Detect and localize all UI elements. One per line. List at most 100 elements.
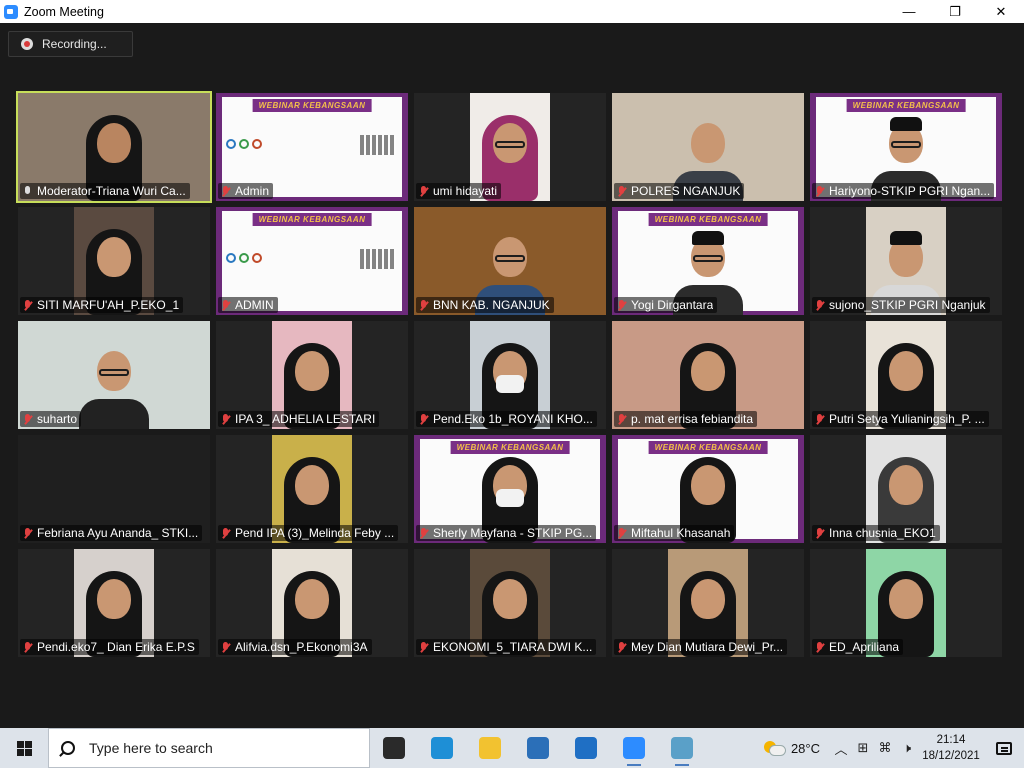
participant-name: ED_Apriliana	[829, 640, 900, 654]
taskbar-clock[interactable]: 21:14 18/12/2021	[918, 732, 984, 764]
zoom-taskbar-button[interactable]	[610, 728, 658, 768]
store-icon	[527, 737, 549, 759]
participant-tile[interactable]: POLRES NGANJUK	[612, 93, 804, 201]
muted-mic-icon	[617, 299, 626, 311]
muted-mic-icon	[23, 641, 32, 653]
participant-name-chip: Inna chusnia_EKO1	[812, 525, 940, 541]
muted-mic-icon	[815, 185, 824, 197]
participant-name: Putri Setya Yulianingsih_P. ...	[829, 412, 985, 426]
participant-name-chip: Pend IPA (3)_Melinda Feby ...	[218, 525, 399, 541]
maximize-button[interactable]: ❐	[932, 0, 978, 23]
participant-name-chip: SITI MARFU'AH_P.EKO_1	[20, 297, 184, 313]
clock-date: 18/12/2021	[922, 750, 980, 762]
task-view-taskbar-button[interactable]	[370, 728, 418, 768]
muted-mic-icon	[221, 299, 230, 311]
participant-tile[interactable]: WEBINAR KEBANGSAAN Yogi Dirgantara	[612, 207, 804, 315]
muted-mic-icon	[419, 185, 428, 197]
muted-mic-icon	[617, 527, 626, 539]
participant-tile[interactable]: EKONOMI_5_TIARA DWI K...	[414, 549, 606, 657]
taskbar-apps	[370, 728, 706, 768]
participant-tile[interactable]: WEBINAR KEBANGSAAN Hariyono-STKIP PGRI Ng…	[810, 93, 1002, 201]
muted-mic-icon	[221, 641, 230, 653]
participant-name: Sherly Mayfana - STKIP PG...	[433, 526, 593, 540]
participant-name: sujono_STKIP PGRI Nganjuk	[829, 298, 986, 312]
participant-name-chip: Putri Setya Yulianingsih_P. ...	[812, 411, 989, 427]
participant-name: Mey Dian Mutiara Dewi_Pr...	[631, 640, 784, 654]
participant-tile[interactable]: SITI MARFU'AH_P.EKO_1	[18, 207, 210, 315]
clock-time: 21:14	[936, 734, 966, 746]
muted-mic-icon	[221, 185, 230, 197]
participant-tile[interactable]: Pend IPA (3)_Melinda Feby ...	[216, 435, 408, 543]
muted-mic-icon	[815, 641, 824, 653]
participant-name-chip: sujono_STKIP PGRI Nganjuk	[812, 297, 990, 313]
start-button[interactable]	[0, 728, 48, 768]
windows-taskbar: Type here to search 28°C ︿ ⊞ ⌘ 🕨 21:14 1…	[0, 728, 1024, 768]
participant-name-chip: Febriana Ayu Ananda_ STKI...	[20, 525, 203, 541]
sponsor-strip	[360, 249, 396, 269]
weather-widget[interactable]: 28°C	[763, 740, 820, 756]
mail-taskbar-button[interactable]	[562, 728, 610, 768]
weather-temp: 28°C	[790, 740, 820, 756]
muted-mic-icon	[419, 527, 428, 539]
banner-title: WEBINAR KEBANGSAAN	[450, 441, 570, 454]
participant-tile[interactable]: WEBINAR KEBANGSAAN Sherly Mayfana - STKIP…	[414, 435, 606, 543]
participant-tile[interactable]: Alifvia.dsn_P.Ekonomi3A	[216, 549, 408, 657]
muted-mic-icon	[419, 641, 428, 653]
participant-tile[interactable]: WEBINAR KEBANGSAAN Admin	[216, 93, 408, 201]
participant-name-chip: suharto	[20, 411, 82, 427]
participant-name-chip: Yogi Dirgantara	[614, 297, 718, 313]
task-view-icon	[383, 737, 405, 759]
app-taskbar-button[interactable]	[658, 728, 706, 768]
participant-tile[interactable]: BNN KAB. NGANJUK	[414, 207, 606, 315]
volume-icon[interactable]: 🕨	[896, 728, 918, 768]
participant-tile[interactable]: IPA 3_ ADHELIA LESTARI	[216, 321, 408, 429]
taskbar-search[interactable]: Type here to search	[48, 728, 370, 768]
participant-tile[interactable]: p. mat errisa febiandita	[612, 321, 804, 429]
notification-button[interactable]	[984, 728, 1024, 768]
participant-tile[interactable]: Moderator-Triana Wuri Ca...	[16, 91, 212, 203]
minimize-button[interactable]: —	[886, 0, 932, 23]
participant-tile[interactable]: Pendi.eko7_ Dian Erika E.P.S	[18, 549, 210, 657]
muted-mic-icon	[23, 299, 32, 311]
zoom-icon	[623, 737, 645, 759]
edge-taskbar-button[interactable]	[418, 728, 466, 768]
participant-tile[interactable]: suharto	[18, 321, 210, 429]
participant-name-chip: Mey Dian Mutiara Dewi_Pr...	[614, 639, 788, 655]
participant-name: p. mat errisa febiandita	[631, 412, 754, 426]
muted-mic-icon	[419, 299, 428, 311]
participant-name-chip: Sherly Mayfana - STKIP PG...	[416, 525, 597, 541]
participant-name: Febriana Ayu Ananda_ STKI...	[37, 526, 199, 540]
network-icon[interactable]: ⌘	[874, 728, 896, 768]
close-button[interactable]: ✕	[978, 0, 1024, 23]
show-hidden-icons-icon[interactable]: ︿	[830, 728, 852, 768]
participant-name-chip: ED_Apriliana	[812, 639, 904, 655]
file-explorer-icon	[479, 737, 501, 759]
muted-mic-icon	[617, 185, 626, 197]
participant-name: Hariyono-STKIP PGRI Ngan...	[829, 184, 991, 198]
notification-icon	[996, 741, 1012, 755]
participant-tile[interactable]: umi hidayati	[414, 93, 606, 201]
muted-mic-icon	[815, 527, 824, 539]
participant-name: Miftahul Khasanah	[631, 526, 731, 540]
participant-tile[interactable]: Mey Dian Mutiara Dewi_Pr...	[612, 549, 804, 657]
participant-tile[interactable]: sujono_STKIP PGRI Nganjuk	[810, 207, 1002, 315]
participant-tile[interactable]: Pend.Eko 1b_ROYANI KHO...	[414, 321, 606, 429]
participant-name-chip: Admin	[218, 183, 274, 199]
participant-tile[interactable]: ED_Apriliana	[810, 549, 1002, 657]
participant-tile[interactable]: Febriana Ayu Ananda_ STKI...	[18, 435, 210, 543]
file-explorer-taskbar-button[interactable]	[466, 728, 514, 768]
participant-tile[interactable]: Putri Setya Yulianingsih_P. ...	[810, 321, 1002, 429]
meet-now-icon[interactable]: ⊞	[852, 728, 874, 768]
participant-tile[interactable]: WEBINAR KEBANGSAAN Miftahul Khasanah	[612, 435, 804, 543]
weather-icon	[763, 741, 786, 756]
muted-mic-icon	[221, 527, 230, 539]
sponsor-strip	[360, 135, 396, 155]
participant-tile[interactable]: Inna chusnia_EKO1	[810, 435, 1002, 543]
participant-name-chip: Alifvia.dsn_P.Ekonomi3A	[218, 639, 372, 655]
store-taskbar-button[interactable]	[514, 728, 562, 768]
participant-name: Yogi Dirgantara	[631, 298, 714, 312]
participant-name-chip: EKONOMI_5_TIARA DWI K...	[416, 639, 597, 655]
participant-tile[interactable]: WEBINAR KEBANGSAAN ADMIN	[216, 207, 408, 315]
muted-mic-icon	[23, 527, 32, 539]
recording-indicator[interactable]: Recording...	[8, 31, 133, 57]
